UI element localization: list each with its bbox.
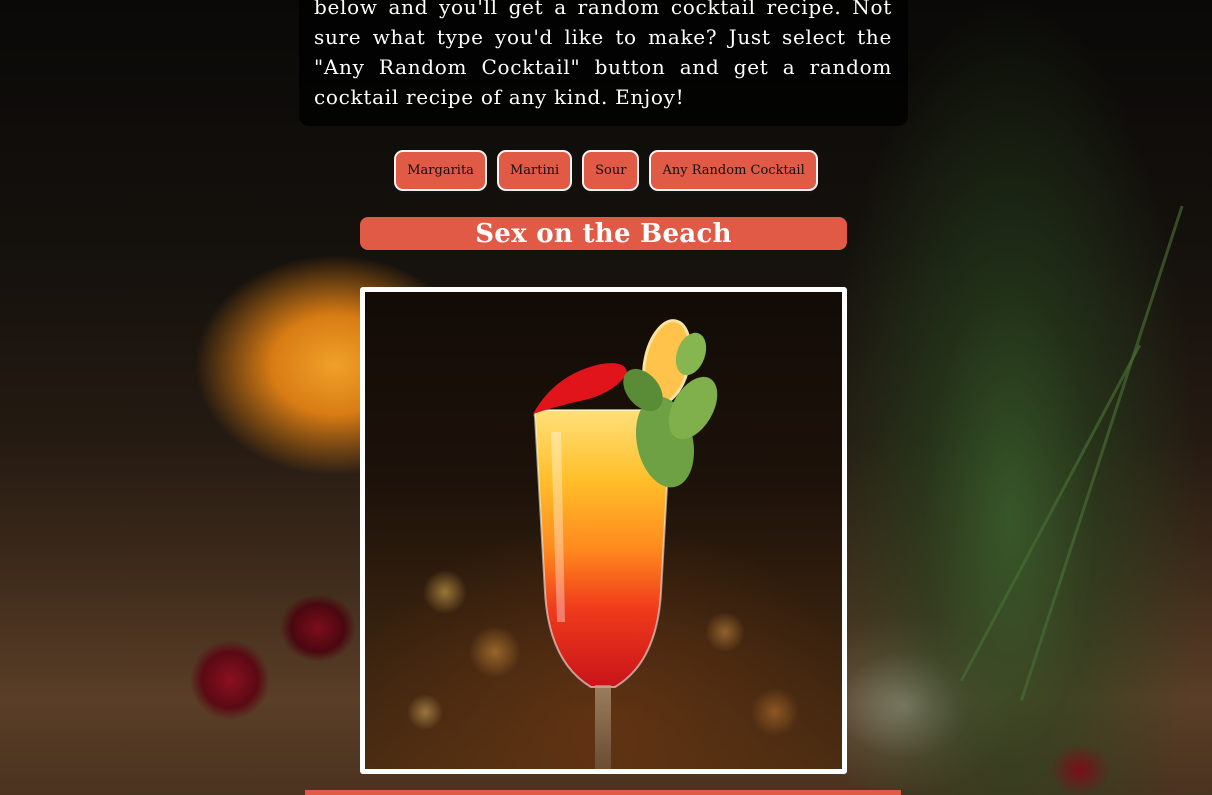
sour-button[interactable]: Sour bbox=[582, 150, 640, 191]
rosemary-sprig-decoration bbox=[1020, 205, 1184, 701]
any-random-cocktail-button[interactable]: Any Random Cocktail bbox=[649, 150, 818, 191]
cocktail-glass-illustration bbox=[533, 319, 718, 769]
rosemary-sprig-decoration bbox=[960, 344, 1142, 682]
martini-button[interactable]: Martini bbox=[496, 150, 573, 191]
petal-garnish bbox=[533, 363, 627, 414]
glass-stem bbox=[595, 685, 611, 769]
cocktail-type-buttons: Margarita Martini Sour Any Random Cockta… bbox=[0, 150, 1212, 191]
cocktail-title-bar: Sex on the Beach bbox=[360, 217, 847, 250]
intro-text: below and you'll get a random cocktail r… bbox=[314, 0, 892, 109]
cocktail-photo bbox=[360, 287, 847, 774]
cocktail-name: Sex on the Beach bbox=[475, 218, 732, 249]
recipe-panel-edge bbox=[305, 790, 901, 795]
intro-panel: below and you'll get a random cocktail r… bbox=[299, 0, 908, 126]
margarita-button[interactable]: Margarita bbox=[394, 150, 487, 191]
